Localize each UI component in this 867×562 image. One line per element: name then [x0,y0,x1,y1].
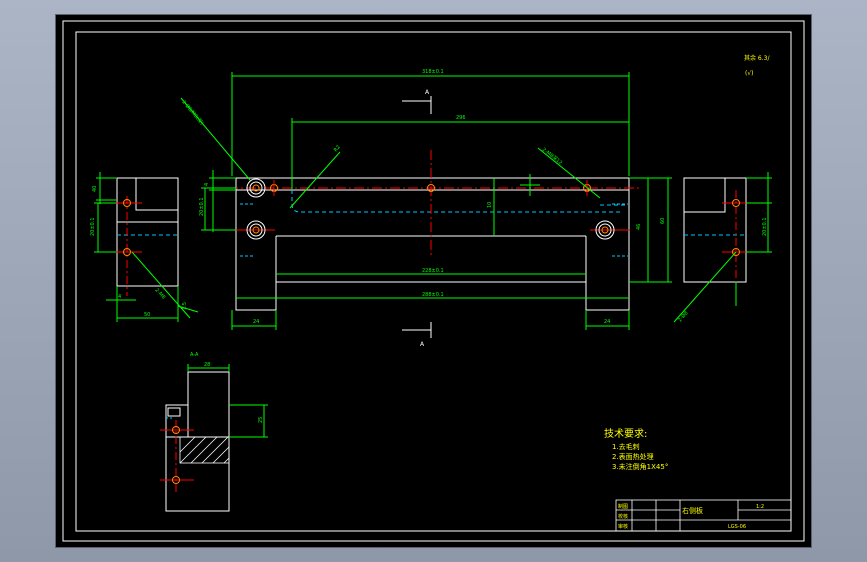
view-a-top: A [425,89,430,96]
dim-hole-right: 2-M8深12 [541,146,564,166]
outer-frame [62,20,805,542]
tb-scale: 1:2 [756,504,764,510]
dim-section-height: 25 [258,417,264,423]
tb-code: LGS-06 [728,524,746,530]
front-view [210,150,640,311]
title-block [615,499,792,532]
dim-left-view-height: 40 [92,186,98,192]
tb-row3: 审核 [618,523,628,530]
dim-left-small: 4 [118,294,121,300]
dim-chamfer: 1.5 [182,302,188,310]
front-outline [235,177,630,311]
dim-inner-span-2: 288±0.1 [422,292,444,298]
tech-item-3: 3.未注倒角1X45° [612,462,668,471]
dim-left-v1: 4 [204,183,210,186]
tech-item-2: 2.表面热处理 [612,452,654,461]
dim-left-foot: 24 [253,319,259,325]
dim-left-view-width: 50 [144,312,150,318]
right-view-dims [673,172,772,323]
right-view-texts: 20±0.1 2-Ø8 [676,217,768,323]
dim-left-view-pitch: 20±0.1 [90,217,96,236]
front-hidden-channel [291,190,620,213]
section-view [160,371,230,512]
tech-title: 技术要求: [604,427,647,440]
dim-slot-depth: 10 [487,202,493,208]
roughness-label: 其余 6.3/ [744,54,770,62]
view-a-bottom: A [420,341,425,348]
dim-right-view-pitch: 20±0.1 [762,217,768,236]
roughness-note: 其余 6.3/ (√) [744,54,770,77]
tb-part-name: 右侧板 [682,506,703,515]
dim-small-r: R2 [333,144,342,153]
dim-inner-span-1: 228±0.1 [422,268,444,274]
tb-row2: 校核 [618,513,628,520]
section-arrows: A A [402,89,432,348]
dim-bore-callout: 2-Ø8/M8(深) [180,99,205,127]
dim-height-total: 60 [660,218,666,224]
tech-item-1: 1.去毛刺 [612,442,640,451]
tech-requirements: 技术要求: 1.去毛刺 2.表面热处理 3.未注倒角1X45° [604,427,668,471]
tb-row1: 制图 [618,503,628,510]
left-side-view [110,177,179,296]
roughness-sub: (√) [745,70,754,77]
dim-hole-spec-right: 2-Ø8 [676,310,689,324]
dim-overall-width: 318±0.1 [422,69,444,75]
title-block-texts: 制图 校核 审核 右侧板 1:2 LGS-06 [618,503,764,530]
section-dims [187,364,268,438]
left-view-dims [94,172,199,322]
dim-left-v3: 20±0.1 [199,197,205,216]
section-title: A-A [190,352,199,358]
cad-drawing: 318±0.1 296 228±0.1 288±0.1 24 24 46 60 … [62,20,805,542]
right-side-view [683,177,752,300]
section-hatch [179,436,230,464]
dim-height-mid: 46 [636,224,642,230]
dim-top: 296 [456,115,466,121]
dim-section-width: 28 [204,362,210,368]
dim-right-foot: 24 [604,319,610,325]
